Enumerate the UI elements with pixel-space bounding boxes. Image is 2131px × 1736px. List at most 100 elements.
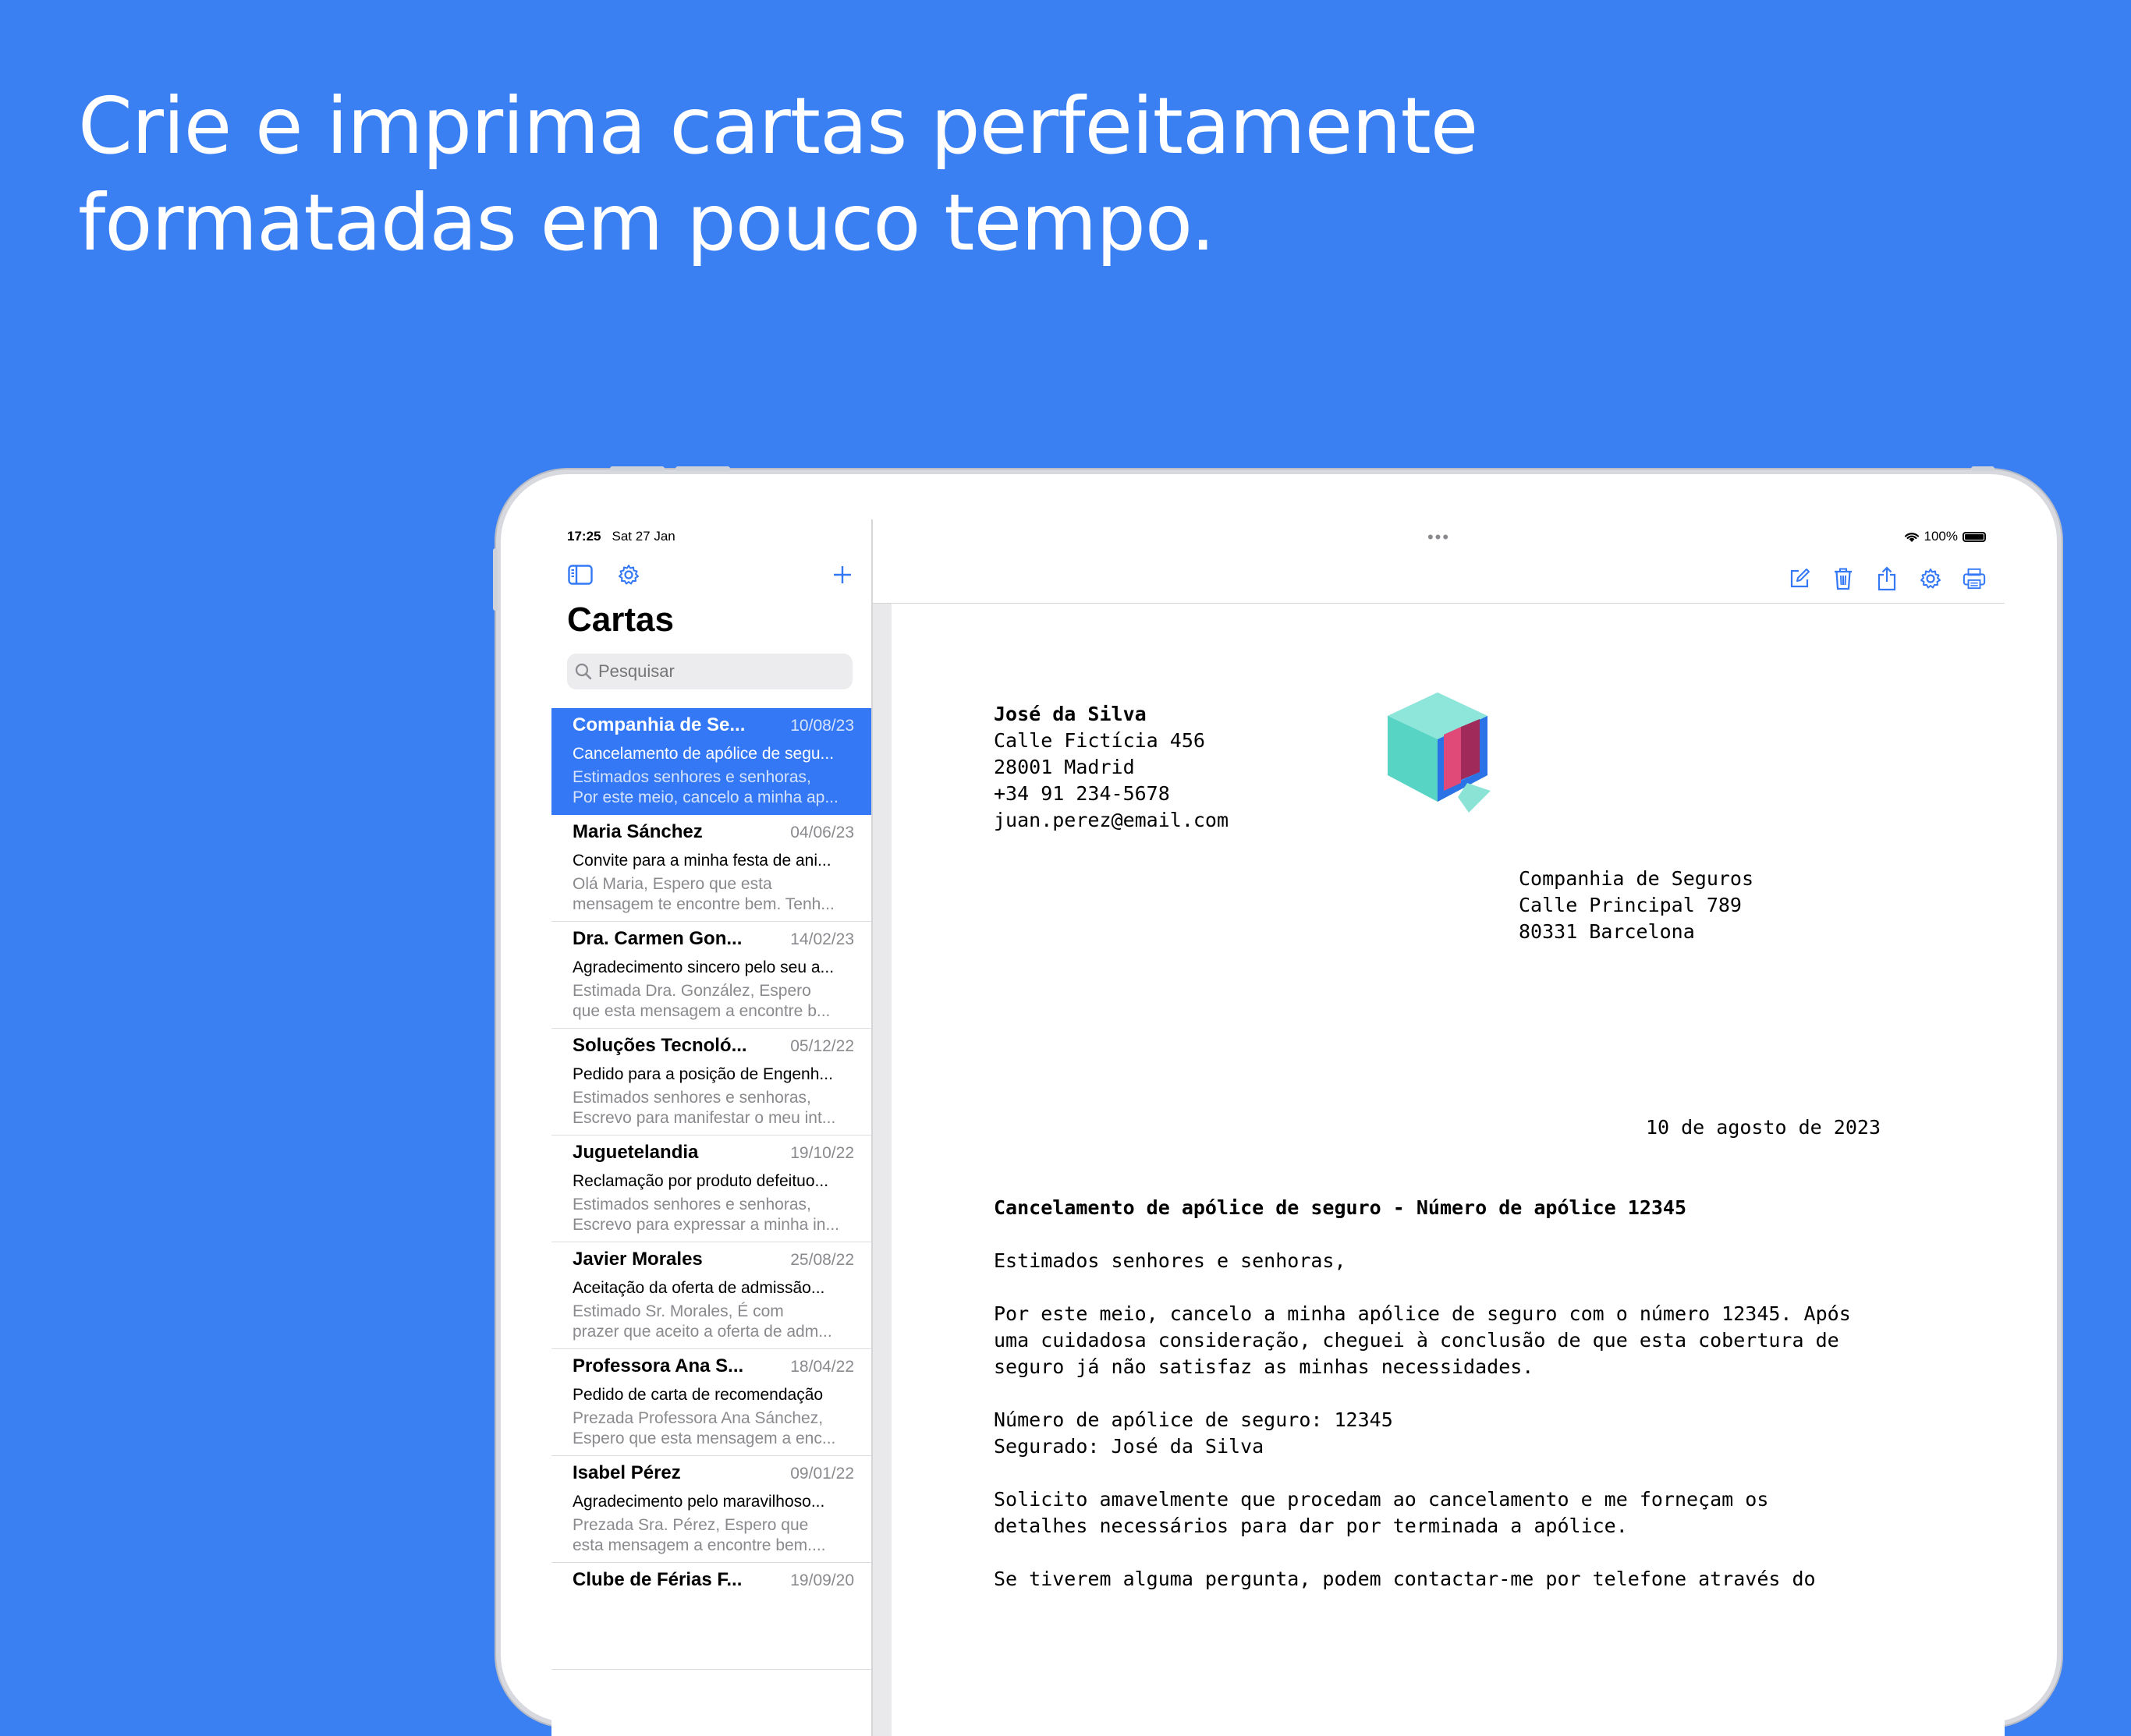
letter-date: 10 de agosto de 2023 [1645, 1116, 1881, 1139]
sender-city: 28001 Madrid [994, 756, 1135, 778]
item-date: 25/08/22 [790, 1251, 854, 1269]
headline: Crie e imprima cartas perfeitamente form… [78, 78, 1478, 271]
item-date: 18/04/22 [790, 1358, 854, 1376]
status-time: 17:25 Sat 27 Jan [567, 529, 675, 544]
letter-paragraph: Número de apólice de seguro: 12345 Segur… [994, 1408, 1393, 1458]
volume-down-button [675, 466, 730, 471]
sender-block: José da Silva Calle Fictícia 456 28001 M… [994, 701, 1229, 834]
item-sender: Soluções Tecnoló... [573, 1035, 747, 1056]
list-item[interactable]: Clube de Férias F... 19/09/20 [551, 1563, 871, 1670]
list-item[interactable]: Javier Morales 25/08/22 Aceitação da ofer… [551, 1242, 871, 1349]
item-sender: Companhia de Se... [573, 714, 746, 735]
item-subject: Pedido para a posição de Engenh... [573, 1065, 833, 1083]
search-bar[interactable] [567, 654, 853, 689]
trash-icon[interactable] [1831, 565, 1855, 593]
item-subject: Agradecimento pelo maravilhoso... [573, 1493, 825, 1511]
item-sender: Juguetelandia [573, 1142, 699, 1163]
item-preview: Estimada Dra. González, Espero [573, 982, 811, 1000]
item-preview: Prezada Professora Ana Sánchez, [573, 1409, 824, 1427]
letter-paragraph: Solicito amavelmente que procedam ao can… [994, 1488, 1769, 1537]
printer-icon[interactable] [1963, 565, 1986, 593]
list-item[interactable]: Juguetelandia 19/10/22 Reclamação por pro… [551, 1135, 871, 1242]
item-preview: Escrevo para expressar a minha in... [573, 1216, 839, 1234]
sender-street: Calle Fictícia 456 [994, 729, 1205, 752]
item-date: 10/08/23 [790, 717, 854, 735]
item-preview: prazer que aceito a oferta de adm... [573, 1323, 832, 1341]
sender-name: José da Silva [994, 703, 1147, 725]
search-input[interactable] [598, 661, 832, 682]
company-logo [1383, 691, 1500, 823]
item-sender: Dra. Carmen Gon... [573, 928, 743, 949]
letter-page[interactable]: José da Silva Calle Fictícia 456 28001 M… [892, 604, 2005, 1736]
item-subject: Pedido de carta de recomendação [573, 1386, 824, 1404]
headline-line-1: Crie e imprima cartas perfeitamente [78, 80, 1478, 172]
headline-line-2: formatadas em pouco tempo. [78, 177, 1215, 268]
item-date: 05/12/22 [790, 1037, 854, 1055]
document-area: José da Silva Calle Fictícia 456 28001 M… [873, 603, 2005, 1736]
item-sender: Isabel Pérez [573, 1462, 681, 1483]
sidebar-title: Cartas [567, 601, 674, 639]
screen: 17:25Sat 27 Jan Cartas Companhia de [551, 519, 2005, 1736]
item-preview: Olá Maria, Espero que esta [573, 875, 772, 893]
sender-email: juan.perez@email.com [994, 809, 1229, 831]
sidebar-icon[interactable] [567, 562, 594, 588]
item-subject: Aceitação da oferta de admissão... [573, 1279, 825, 1297]
letter-paragraph: Por este meio, cancelo a minha apólice d… [994, 1302, 1851, 1378]
detail-pane: ••• 100% José da Silva Calle Fictícia 45… [873, 519, 2005, 1736]
list-item[interactable]: Dra. Carmen Gon... 14/02/23 Agradecimento… [551, 922, 871, 1029]
list-item[interactable]: Soluções Tecnoló... 05/12/22 Pedido para … [551, 1029, 871, 1135]
recipient-street: Calle Principal 789 [1519, 894, 1742, 916]
gear-icon[interactable] [1919, 565, 1942, 593]
item-subject: Convite para a minha festa de ani... [573, 852, 831, 870]
compose-icon[interactable] [1788, 565, 1811, 593]
top-button [1971, 466, 1994, 471]
list-item[interactable]: Companhia de Se... 10/08/23 Cancelamento … [551, 708, 871, 815]
item-preview: esta mensagem a encontre bem.... [573, 1536, 826, 1554]
item-sender: Professora Ana S... [573, 1355, 744, 1376]
side-button [493, 548, 498, 611]
item-subject [573, 1596, 854, 1622]
item-date: 19/10/22 [790, 1144, 854, 1162]
item-preview: Estimados senhores e senhoras, [573, 1089, 811, 1107]
wifi-icon [1904, 532, 1919, 542]
item-preview: Estimados senhores e senhoras, [573, 1196, 811, 1213]
item-date: 19/09/20 [790, 1571, 854, 1589]
letter-body: Cancelamento de apólice de seguro - Núme… [994, 1195, 1899, 1619]
item-date: 09/01/22 [790, 1465, 854, 1483]
item-date: 14/02/23 [790, 930, 854, 948]
item-preview: Prezada Sra. Pérez, Espero que [573, 1516, 809, 1534]
item-preview: Escrevo para manifestar o meu int... [573, 1109, 836, 1127]
item-preview: Estimado Sr. Morales, É com [573, 1302, 784, 1320]
item-sender: Clube de Férias F... [573, 1569, 743, 1590]
status-indicators: 100% [1904, 529, 1986, 544]
item-preview: que esta mensagem a encontre b... [573, 1002, 831, 1020]
letter-subject: Cancelamento de apólice de seguro - Núme… [994, 1196, 1687, 1219]
share-icon[interactable] [1875, 565, 1899, 593]
recipient-city: 80331 Barcelona [1519, 920, 1695, 943]
item-sender: Javier Morales [573, 1249, 703, 1270]
item-preview: Estimados senhores e senhoras, [573, 768, 811, 786]
item-preview: Por este meio, cancelo a minha ap... [573, 788, 839, 806]
sender-phone: +34 91 234-5678 [994, 782, 1170, 805]
list-item[interactable]: Professora Ana S... 18/04/22 Pedido de ca… [551, 1349, 871, 1456]
list-item[interactable]: Isabel Pérez 09/01/22 Agradecimento pelo … [551, 1456, 871, 1563]
item-subject: Cancelamento de apólice de segu... [573, 745, 835, 763]
item-preview: Espero que esta mensagem a enc... [573, 1430, 836, 1447]
letter-paragraph: Se tiverem alguma pergunta, podem contac… [994, 1568, 1816, 1590]
battery-icon [1963, 531, 1986, 542]
plus-icon[interactable] [829, 562, 856, 588]
letter-list: Companhia de Se... 10/08/23 Cancelamento … [551, 708, 871, 1670]
volume-up-button [610, 466, 665, 471]
item-subject: Agradecimento sincero pelo seu a... [573, 958, 835, 976]
recipient-company: Companhia de Seguros [1519, 867, 1754, 890]
detail-toolbar [1788, 565, 1986, 593]
recipient-block: Companhia de Seguros Calle Principal 789… [1519, 866, 1753, 945]
gear-icon[interactable] [615, 562, 642, 588]
item-date: 04/06/23 [790, 824, 854, 841]
sidebar: 17:25Sat 27 Jan Cartas Companhia de [551, 519, 873, 1736]
list-item[interactable]: Maria Sánchez 04/06/23 Convite para a min… [551, 815, 871, 922]
ipad-frame: 17:25Sat 27 Jan Cartas Companhia de [493, 466, 2062, 1736]
item-preview: mensagem te encontre bem. Tenh... [573, 895, 835, 913]
item-sender: Maria Sánchez [573, 821, 703, 842]
multitasking-grabber[interactable]: ••• [1427, 527, 1450, 547]
